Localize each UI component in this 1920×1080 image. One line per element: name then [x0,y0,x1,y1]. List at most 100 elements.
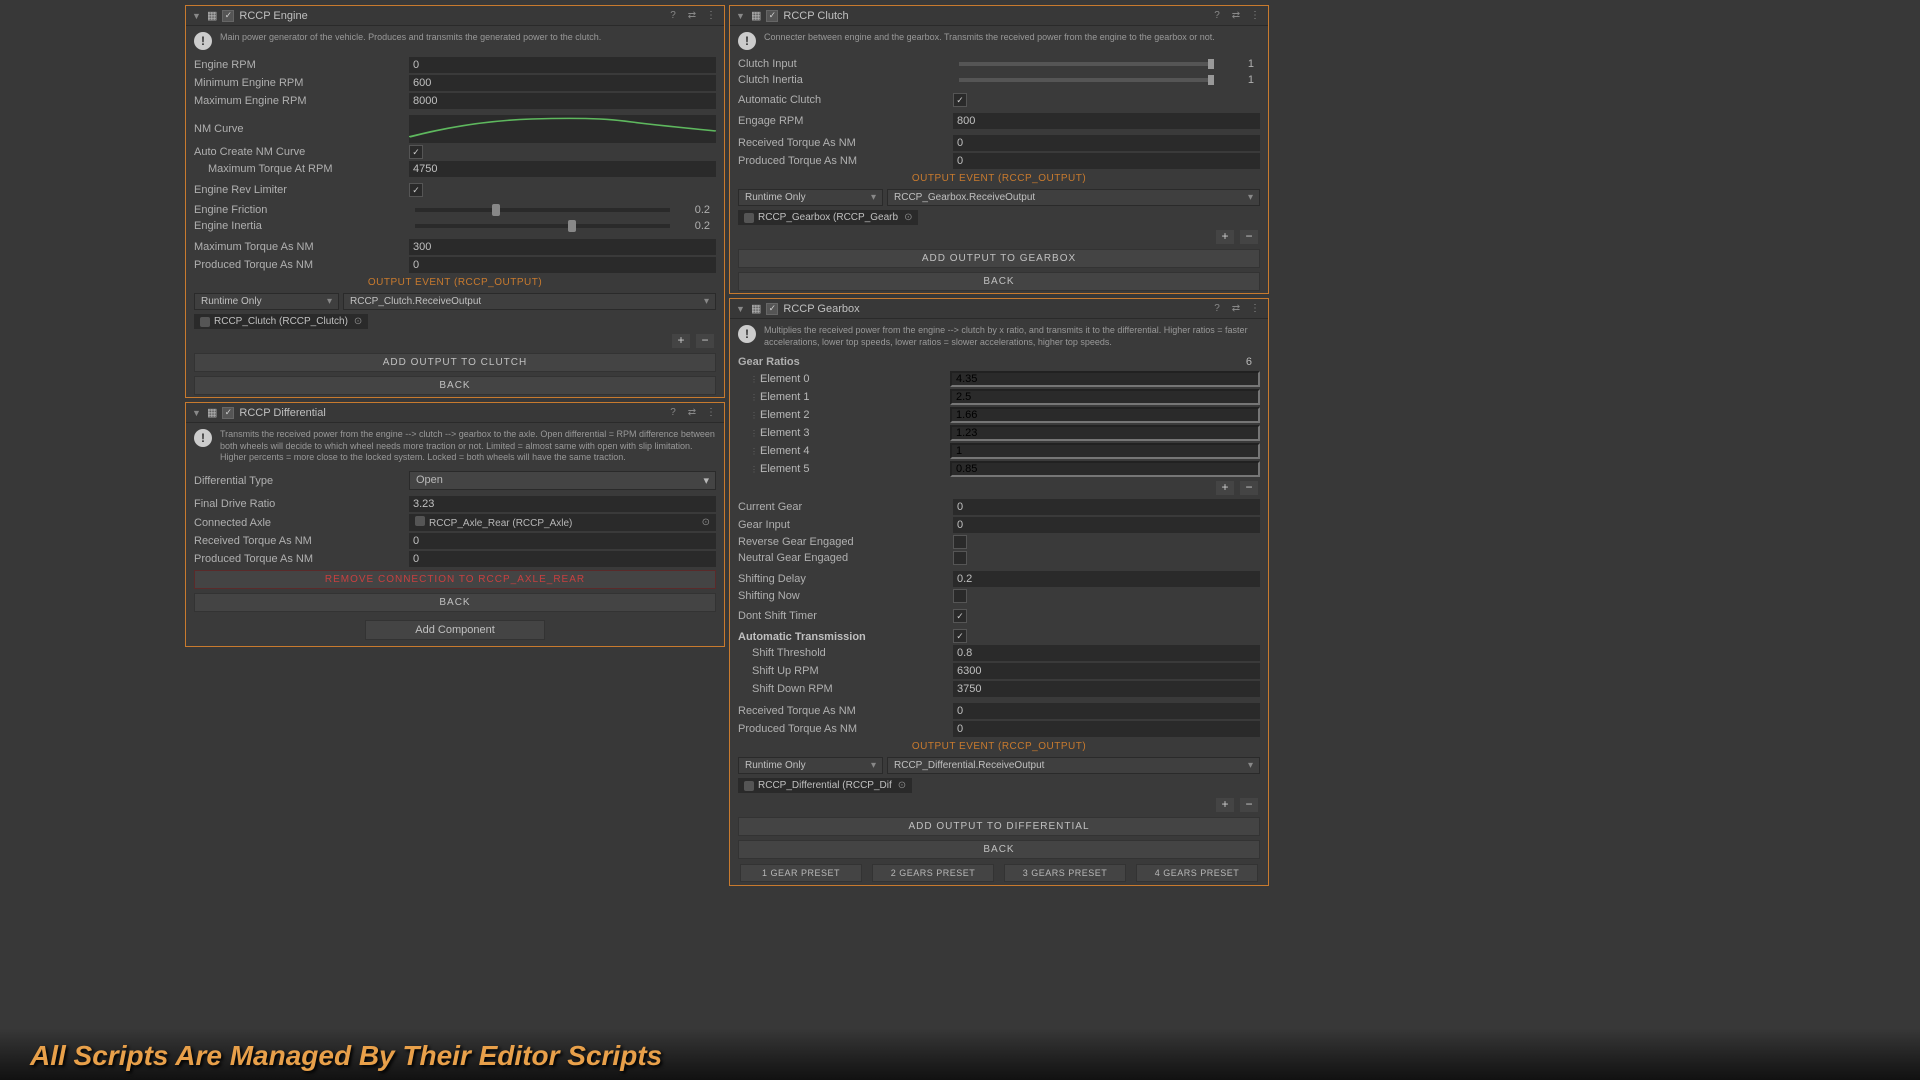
gear-0-input[interactable] [950,371,1260,387]
help-icon[interactable]: ? [1210,303,1224,314]
preset-icon[interactable]: ⇄ [1229,10,1243,21]
auto-trans-checkbox[interactable] [953,629,967,643]
runtime-dropdown[interactable]: Runtime Only [738,757,883,774]
remove-icon[interactable]: ⊙ [354,316,362,327]
runtime-dropdown[interactable]: Runtime Only [738,189,883,206]
remove-gear-button[interactable]: − [1240,481,1258,495]
drag-handle-icon[interactable]: ⋮⋮ [750,447,760,456]
recv-tq-input[interactable] [953,135,1260,151]
diff-type-dropdown[interactable]: Open▾ [409,471,716,490]
drag-handle-icon[interactable]: ⋮⋮ [750,375,760,384]
help-icon[interactable]: ? [666,407,680,418]
back-button[interactable]: BACK [194,593,716,612]
max-rpm-input[interactable] [409,93,716,109]
receive-dropdown[interactable]: RCCP_Gearbox.ReceiveOutput [887,189,1260,206]
recv-tq-input[interactable] [409,533,716,549]
preset-3-button[interactable]: 3 GEARS PRESET [1004,864,1126,882]
menu-icon[interactable]: ⋮ [704,10,718,21]
add-component-button[interactable]: Add Component [365,620,545,640]
prod-tq-input[interactable] [953,153,1260,169]
preset-2-button[interactable]: 2 GEARS PRESET [872,864,994,882]
auto-clutch-checkbox[interactable] [953,93,967,107]
remove-connection-button[interactable]: REMOVE CONNECTION TO RCCP_AXLE_REAR [194,570,716,589]
max-tq-rpm-input[interactable] [409,161,716,177]
enable-checkbox[interactable] [766,10,778,22]
axle-object-field[interactable]: RCCP_Axle_Rear (RCCP_Axle)⊙ [409,514,716,531]
preset-icon[interactable]: ⇄ [685,407,699,418]
current-gear-input[interactable] [953,499,1260,515]
shifting-now-checkbox[interactable] [953,589,967,603]
add-button[interactable]: + [1216,798,1234,812]
shift-threshold-input[interactable] [953,645,1260,661]
drag-handle-icon[interactable]: ⋮⋮ [750,429,760,438]
object-ref[interactable]: RCCP_Differential (RCCP_Dif⊙ [738,778,912,793]
add-gear-button[interactable]: + [1216,481,1234,495]
help-icon[interactable]: ? [1210,10,1224,21]
preset-1-button[interactable]: 1 GEAR PRESET [740,864,862,882]
enable-checkbox[interactable] [222,10,234,22]
enable-checkbox[interactable] [766,303,778,315]
drag-handle-icon[interactable]: ⋮⋮ [750,393,760,402]
add-output-diff-button[interactable]: ADD OUTPUT TO DIFFERENTIAL [738,817,1260,836]
help-icon[interactable]: ? [666,10,680,21]
add-output-clutch-button[interactable]: ADD OUTPUT TO CLUTCH [194,353,716,372]
foldout-icon[interactable]: ▼ [192,11,202,21]
prod-tq-input[interactable] [953,721,1260,737]
gear-4-input[interactable] [950,443,1260,459]
gear-2-input[interactable] [950,407,1260,423]
menu-icon[interactable]: ⋮ [1248,10,1262,21]
final-drive-input[interactable] [409,496,716,512]
add-button[interactable]: + [1216,230,1234,244]
enable-checkbox[interactable] [222,407,234,419]
nm-curve[interactable] [409,115,716,143]
add-button[interactable]: + [672,334,690,348]
gear-input-field[interactable] [953,517,1260,533]
prod-tq-input[interactable] [409,551,716,567]
gear-ratios-label[interactable]: Gear Ratios [738,356,953,368]
foldout-icon[interactable]: ▼ [192,408,202,418]
menu-icon[interactable]: ⋮ [1248,303,1262,314]
runtime-dropdown[interactable]: Runtime Only [194,293,339,310]
engage-rpm-input[interactable] [953,113,1260,129]
foldout-icon[interactable]: ▼ [736,11,746,21]
gear-5-input[interactable] [950,461,1260,477]
remove-button[interactable]: − [1240,230,1258,244]
receive-dropdown[interactable]: RCCP_Differential.ReceiveOutput [887,757,1260,774]
drag-handle-icon[interactable]: ⋮⋮ [750,465,760,474]
remove-icon[interactable]: ⊙ [898,780,906,791]
recv-tq-input[interactable] [953,703,1260,719]
min-rpm-input[interactable] [409,75,716,91]
preset-icon[interactable]: ⇄ [1229,303,1243,314]
remove-button[interactable]: − [1240,798,1258,812]
preset-4-button[interactable]: 4 GEARS PRESET [1136,864,1258,882]
drag-handle-icon[interactable]: ⋮⋮ [750,411,760,420]
reverse-checkbox[interactable] [953,535,967,549]
prod-tq-input[interactable] [409,257,716,273]
clutch-input-slider[interactable] [959,62,1214,66]
shift-down-input[interactable] [953,681,1260,697]
engine-rpm-input[interactable] [409,57,716,73]
neutral-checkbox[interactable] [953,551,967,565]
back-button[interactable]: BACK [738,840,1260,859]
back-button[interactable]: BACK [194,376,716,395]
gear-1-input[interactable] [950,389,1260,405]
clutch-inertia-slider[interactable] [959,78,1214,82]
foldout-icon[interactable]: ▼ [736,304,746,314]
object-ref[interactable]: RCCP_Clutch (RCCP_Clutch)⊙ [194,314,368,329]
remove-button[interactable]: − [696,334,714,348]
friction-slider[interactable] [415,208,670,212]
add-output-gearbox-button[interactable]: ADD OUTPUT TO GEARBOX [738,249,1260,268]
preset-icon[interactable]: ⇄ [685,10,699,21]
dont-shift-checkbox[interactable] [953,609,967,623]
max-tq-input[interactable] [409,239,716,255]
object-ref[interactable]: RCCP_Gearbox (RCCP_Gearb⊙ [738,210,918,225]
shift-delay-input[interactable] [953,571,1260,587]
inertia-slider[interactable] [415,224,670,228]
menu-icon[interactable]: ⋮ [704,407,718,418]
shift-up-input[interactable] [953,663,1260,679]
rev-limiter-checkbox[interactable] [409,183,423,197]
receive-dropdown[interactable]: RCCP_Clutch.ReceiveOutput [343,293,716,310]
back-button[interactable]: BACK [738,272,1260,291]
auto-nm-checkbox[interactable] [409,145,423,159]
remove-icon[interactable]: ⊙ [904,212,912,223]
